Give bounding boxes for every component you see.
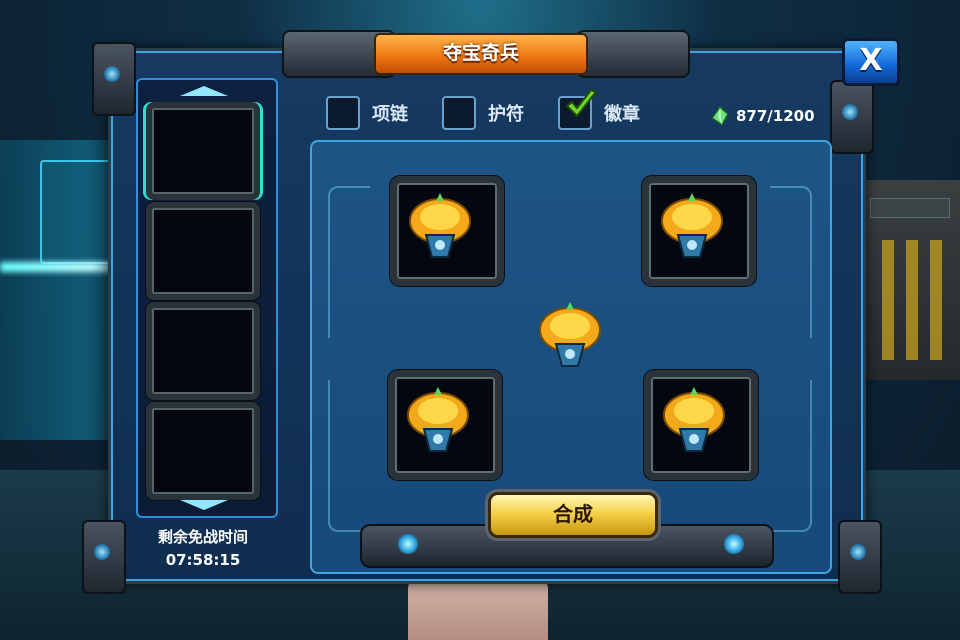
background-stripes xyxy=(882,240,942,360)
tab-label: 护符 xyxy=(488,104,524,125)
tab-label: 项链 xyxy=(372,104,408,125)
tab-amulet[interactable]: 护符 xyxy=(442,96,524,130)
background-sign xyxy=(870,198,950,218)
tab-checkbox[interactable] xyxy=(558,88,598,130)
circuit-line xyxy=(770,380,812,532)
tab-checkbox[interactable] xyxy=(326,96,360,130)
scroll-up-arrow-icon[interactable] xyxy=(180,86,228,96)
background-character xyxy=(408,575,548,640)
scroll-down-arrow-icon[interactable] xyxy=(180,500,228,510)
checkmark-icon xyxy=(565,88,598,118)
frame-corner-bottom-left xyxy=(82,520,126,594)
gold-badge-icon xyxy=(407,387,469,452)
material-slot[interactable] xyxy=(644,370,758,480)
gold-badge-icon xyxy=(409,193,471,258)
dialog-title: 夺宝奇兵 xyxy=(374,33,588,75)
frame-corner-top-right xyxy=(830,80,874,154)
sidebar-slot[interactable] xyxy=(146,202,260,300)
circuit-line xyxy=(328,186,370,338)
indicator-light xyxy=(398,534,418,554)
tab-necklace[interactable]: 项链 xyxy=(326,96,408,130)
gold-badge-icon xyxy=(663,387,725,452)
tab-badge[interactable]: 徽章 xyxy=(558,88,640,130)
gold-badge-icon xyxy=(661,193,723,258)
protection-timer-label: 剩余免战时间 xyxy=(157,528,248,546)
tab-label: 徽章 xyxy=(604,104,640,125)
frame-corner-top-left xyxy=(92,42,136,116)
crystal-count: 877/1200 xyxy=(736,107,815,125)
protection-timer-value: 07:58:15 xyxy=(165,551,241,569)
circuit-line xyxy=(770,186,812,338)
combine-result-badge-icon xyxy=(539,302,601,367)
tab-checkbox[interactable] xyxy=(442,96,476,130)
close-icon: X xyxy=(859,43,883,78)
combine-button[interactable]: 合成 xyxy=(488,492,658,538)
circuit-line xyxy=(328,380,370,532)
indicator-light xyxy=(724,534,744,554)
material-slot[interactable] xyxy=(642,176,756,286)
sidebar-slot[interactable] xyxy=(146,302,260,400)
material-slot[interactable] xyxy=(388,370,502,480)
frame-corner-bottom-right xyxy=(838,520,882,594)
sidebar-slot[interactable] xyxy=(146,102,260,200)
material-slot[interactable] xyxy=(390,176,504,286)
title-wing-right xyxy=(576,30,690,78)
green-crystal-icon xyxy=(710,106,729,126)
sidebar-slot[interactable] xyxy=(146,402,260,500)
close-button[interactable]: X xyxy=(842,38,900,86)
